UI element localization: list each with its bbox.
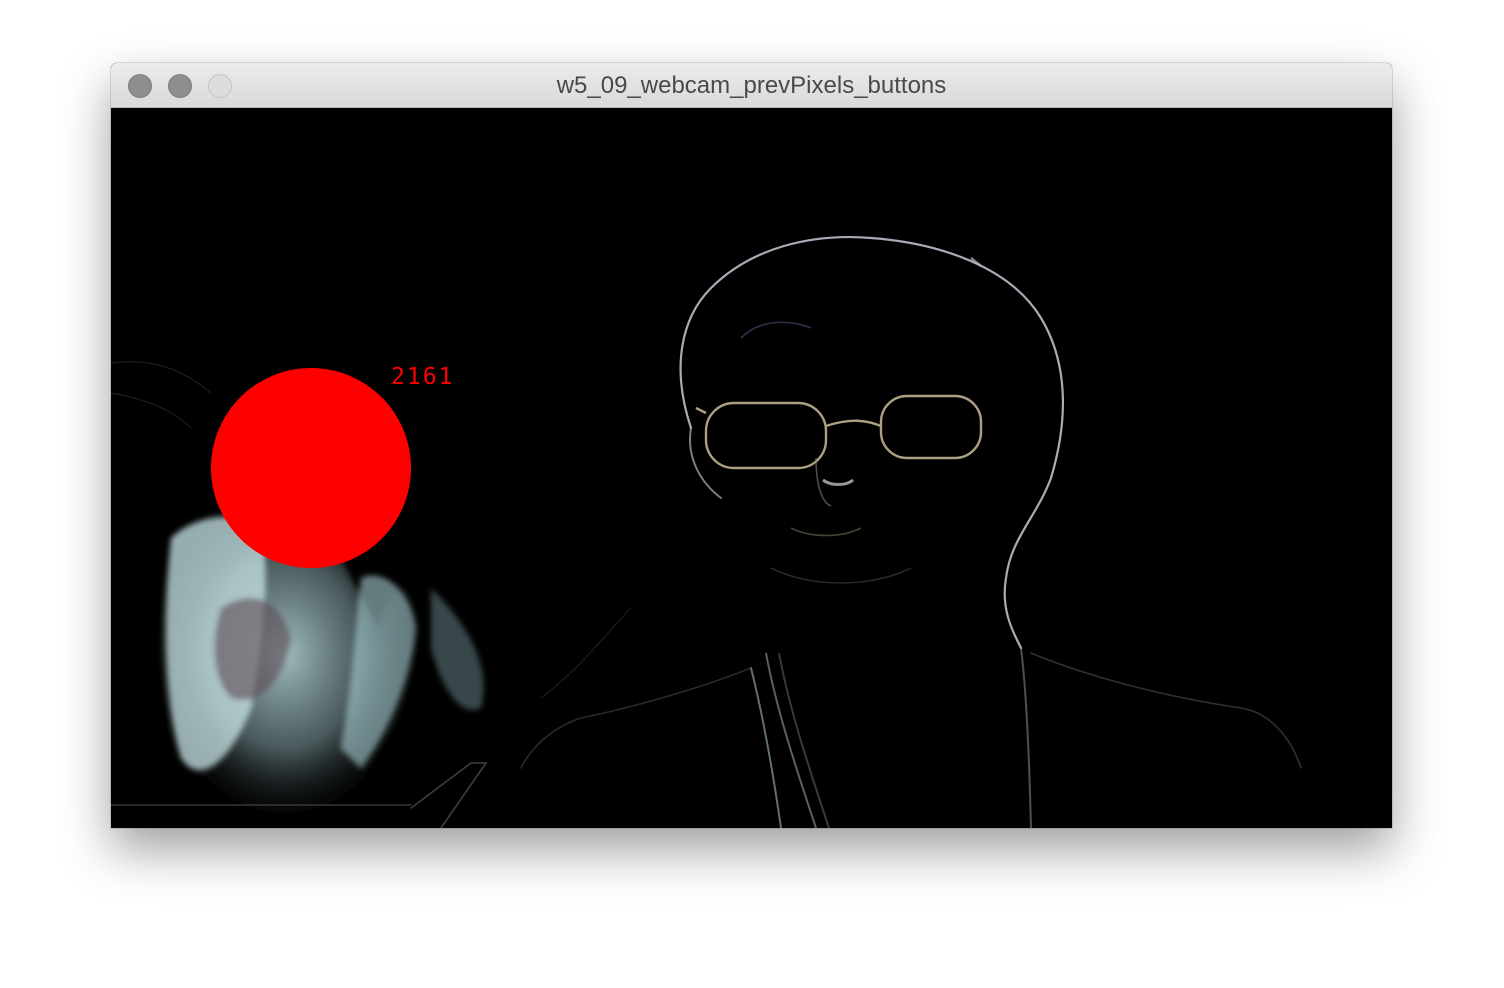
app-window: w5_09_webcam_prevPixels_buttons 2161 <box>111 63 1392 828</box>
sketch-canvas[interactable]: 2161 <box>111 108 1392 828</box>
title-bar[interactable]: w5_09_webcam_prevPixels_buttons <box>111 63 1392 108</box>
motion-counter: 2161 <box>391 364 455 390</box>
window-title: w5_09_webcam_prevPixels_buttons <box>556 72 947 99</box>
red-circle-button[interactable] <box>211 368 411 568</box>
